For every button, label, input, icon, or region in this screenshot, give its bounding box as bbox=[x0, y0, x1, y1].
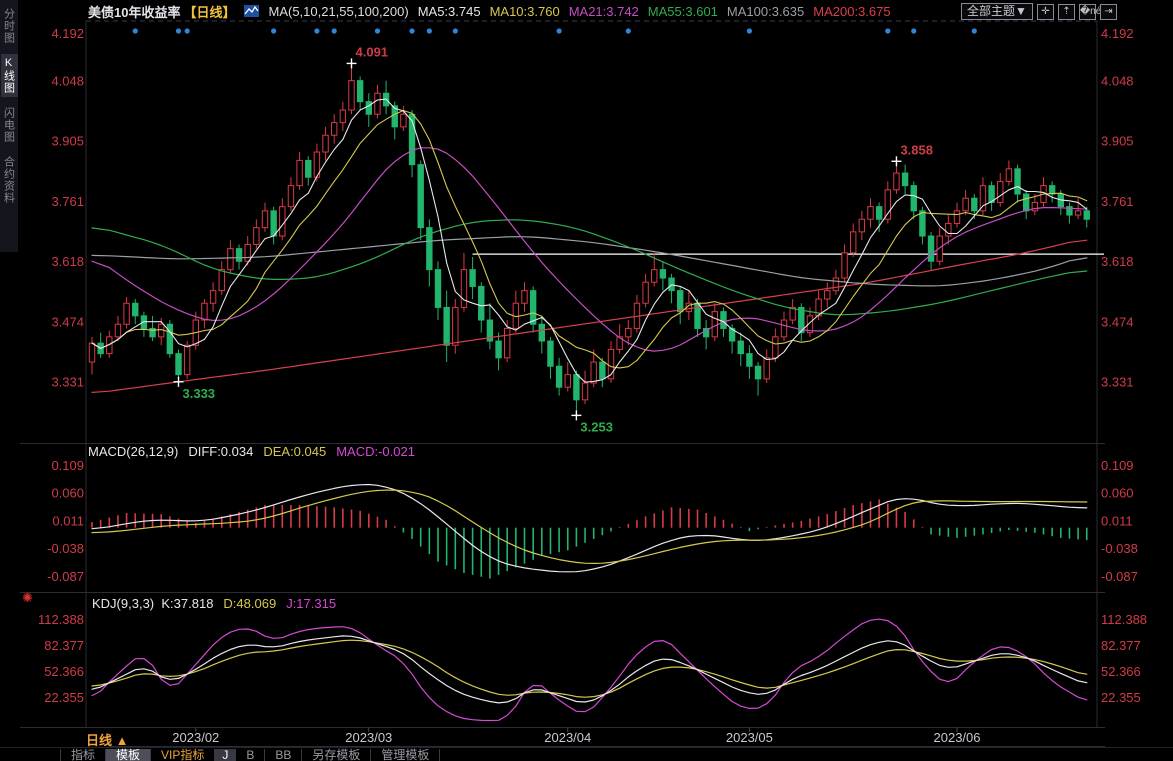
candlestick-layer bbox=[89, 63, 1089, 415]
ma10-value: MA10:3.760 bbox=[490, 4, 560, 19]
ma-settings-label: MA(5,10,21,55,100,200) bbox=[268, 4, 408, 19]
toolbar-item-j[interactable]: J bbox=[215, 749, 236, 761]
toolbar-item-manage-templates[interactable]: 管理模板 bbox=[371, 749, 440, 761]
macd-macd-value: MACD:-0.021 bbox=[336, 444, 415, 459]
x-axis-scale-icon[interactable]: �néz bbox=[1079, 4, 1096, 20]
chart-canvas[interactable]: 4.091 3.858 3.333 3.253 4.192 4.192 4.048 4.048… bbox=[0, 0, 1173, 761]
svg-text:0.060: 0.060 bbox=[1101, 486, 1134, 501]
instrument-title: 美债10年收益率 bbox=[88, 2, 180, 21]
crosshair-move-icon[interactable]: ✛ bbox=[1037, 4, 1054, 20]
sidebar-item-contract-info[interactable]: 合约资料 bbox=[1, 153, 18, 207]
svg-text:3.331: 3.331 bbox=[1101, 375, 1134, 390]
toolbar-item-indicators[interactable]: 指标 bbox=[60, 749, 106, 761]
svg-text:112.388: 112.388 bbox=[38, 612, 84, 627]
svg-text:52.366: 52.366 bbox=[44, 664, 84, 679]
svg-text:2023/02: 2023/02 bbox=[172, 730, 219, 745]
svg-text:-0.087: -0.087 bbox=[47, 569, 84, 584]
toolbar-item-bb[interactable]: BB bbox=[265, 749, 302, 761]
svg-text:3.858: 3.858 bbox=[900, 142, 933, 157]
sidebar-item-kline-chart[interactable]: K线图 bbox=[1, 54, 18, 97]
ma200-value: MA200:3.675 bbox=[813, 4, 890, 19]
bottom-toolbar: 指标 模板 VIP指标 J B BB 另存模板 管理模板 bbox=[0, 747, 1173, 761]
grid-layer bbox=[20, 21, 1105, 747]
svg-text:3.618: 3.618 bbox=[51, 254, 84, 269]
svg-text:0.060: 0.060 bbox=[51, 486, 84, 501]
toolbar-item-save-template[interactable]: 另存模板 bbox=[302, 749, 371, 761]
sidebar-item-timeline-chart[interactable]: 分时图 bbox=[1, 5, 18, 47]
svg-text:0.109: 0.109 bbox=[51, 458, 84, 473]
chart-toolbar-controls: 全部主题▼ ✛ ⇡ �néz ⇥ bbox=[961, 3, 1117, 20]
svg-text:3.331: 3.331 bbox=[51, 375, 84, 390]
svg-text:4.192: 4.192 bbox=[1101, 26, 1134, 41]
svg-text:3.905: 3.905 bbox=[1101, 134, 1134, 149]
chart-mode-sidebar: 分时图 K线图 闪电图 合约资料 bbox=[0, 0, 18, 252]
ma100-value: MA100:3.635 bbox=[727, 4, 804, 19]
svg-text:3.333: 3.333 bbox=[183, 386, 216, 401]
svg-text:-0.087: -0.087 bbox=[1101, 569, 1138, 584]
kdj-header: KDJ(9,3,3) K:37.818 D:48.069 J:17.315 bbox=[92, 596, 336, 611]
svg-text:112.388: 112.388 bbox=[1101, 612, 1147, 627]
event-dots-layer bbox=[133, 28, 977, 33]
svg-text:-0.038: -0.038 bbox=[1101, 541, 1138, 556]
svg-text:3.761: 3.761 bbox=[51, 194, 84, 209]
svg-text:82.377: 82.377 bbox=[44, 638, 84, 653]
macd-header: MACD(26,12,9) DIFF:0.034 DEA:0.045 MACD:… bbox=[88, 444, 415, 459]
svg-text:0.109: 0.109 bbox=[1101, 458, 1134, 473]
ma21-value: MA21:3.742 bbox=[569, 4, 639, 19]
svg-text:3.474: 3.474 bbox=[1101, 315, 1134, 330]
svg-text:2023/03: 2023/03 bbox=[345, 730, 392, 745]
period-tag: 【日线】 bbox=[183, 2, 235, 21]
svg-text:52.366: 52.366 bbox=[1101, 664, 1141, 679]
svg-text:3.905: 3.905 bbox=[51, 134, 84, 149]
theme-dropdown-button[interactable]: 全部主题▼ bbox=[961, 3, 1033, 20]
svg-text:2023/06: 2023/06 bbox=[934, 730, 981, 745]
chart-header: 美债10年收益率【日线】 MA(5,10,21,55,100,200) MA5:… bbox=[88, 2, 891, 20]
toolbar-item-b[interactable]: B bbox=[236, 749, 265, 761]
ma55-value: MA55:3.601 bbox=[648, 4, 718, 19]
svg-text:4.048: 4.048 bbox=[1101, 73, 1134, 88]
svg-text:3.761: 3.761 bbox=[1101, 194, 1134, 209]
svg-text:82.377: 82.377 bbox=[1101, 638, 1141, 653]
svg-text:4.048: 4.048 bbox=[51, 73, 84, 88]
toolbar-item-templates[interactable]: 模板 bbox=[106, 749, 151, 761]
kdj-params-and-k: KDJ(9,3,3) K:37.818 bbox=[92, 596, 213, 611]
macd-dea-value: DEA:0.045 bbox=[263, 444, 326, 459]
svg-text:2023/04: 2023/04 bbox=[544, 730, 591, 745]
detach-window-icon[interactable]: ⇥ bbox=[1100, 4, 1117, 20]
svg-text:2023/05: 2023/05 bbox=[726, 730, 773, 745]
svg-text:3.253: 3.253 bbox=[580, 419, 613, 434]
kdj-layer bbox=[92, 619, 1087, 720]
annotation-layer: 4.091 3.858 3.333 3.253 bbox=[174, 44, 933, 434]
indicator-flag-icon[interactable]: ✺ bbox=[22, 590, 33, 606]
macd-params-label: MACD(26,12,9) bbox=[88, 444, 178, 459]
svg-text:22.355: 22.355 bbox=[1101, 690, 1141, 705]
svg-text:22.355: 22.355 bbox=[44, 690, 84, 705]
y-axis-scale-icon[interactable]: ⇡ bbox=[1058, 4, 1075, 20]
svg-text:-0.038: -0.038 bbox=[47, 541, 84, 556]
kline-chart-window: 4.091 3.858 3.333 3.253 4.192 4.192 4.048 4.048… bbox=[0, 0, 1173, 761]
sidebar-item-flash-chart[interactable]: 闪电图 bbox=[1, 104, 18, 146]
ma5-value: MA5:3.745 bbox=[418, 4, 481, 19]
svg-text:4.192: 4.192 bbox=[51, 26, 84, 41]
chart-type-icon[interactable] bbox=[244, 5, 259, 17]
svg-text:0.011: 0.011 bbox=[52, 513, 84, 528]
macd-layer bbox=[92, 485, 1087, 579]
kdj-d-value: D:48.069 bbox=[223, 596, 276, 611]
macd-diff-value: DIFF:0.034 bbox=[188, 444, 253, 459]
toolbar-item-vip-indicators[interactable]: VIP指标 bbox=[151, 749, 215, 761]
svg-text:3.618: 3.618 bbox=[1101, 254, 1134, 269]
kdj-j-value: J:17.315 bbox=[286, 596, 336, 611]
svg-text:0.011: 0.011 bbox=[1101, 513, 1133, 528]
svg-text:4.091: 4.091 bbox=[356, 44, 389, 59]
svg-text:3.474: 3.474 bbox=[51, 315, 84, 330]
